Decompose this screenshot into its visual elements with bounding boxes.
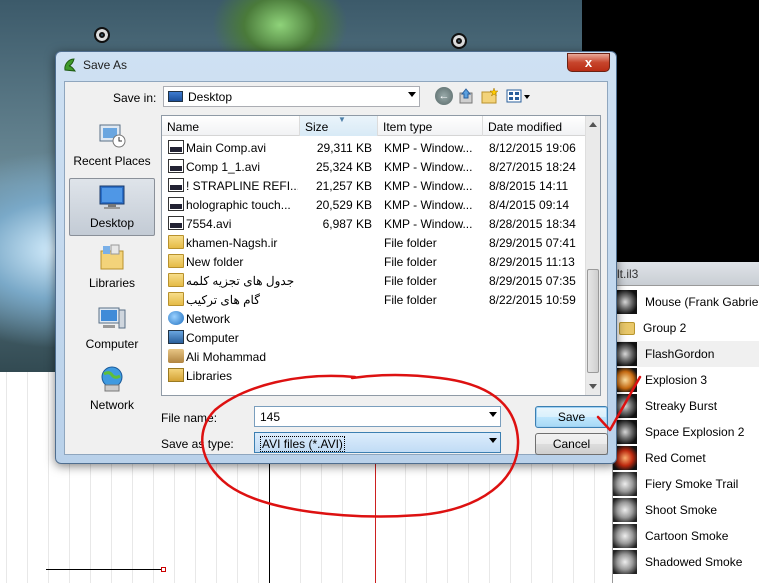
avi-file-icon [168, 140, 184, 154]
effect-item[interactable]: Cartoon Smoke [613, 523, 759, 549]
file-list-header: Name ▼ Size Item type Date modified [162, 116, 587, 136]
location-row[interactable]: Network [162, 309, 587, 328]
folder-icon [168, 292, 184, 306]
file-name-label: File name: [161, 411, 218, 425]
save-button[interactable]: Save [535, 406, 608, 428]
effect-item[interactable]: Shoot Smoke [613, 497, 759, 523]
dialog-body: Save in: Desktop ← Recent Places Desktop [64, 81, 608, 455]
column-header-name[interactable]: Name [162, 116, 300, 136]
effect-thumb-icon [613, 472, 637, 496]
save-as-type-dropdown[interactable]: AVI files (*.AVI) [254, 432, 501, 453]
column-header-size[interactable]: ▼ Size [300, 116, 378, 136]
save-in-label: Save in: [113, 91, 157, 105]
column-header-item-type[interactable]: Item type [378, 116, 483, 136]
chevron-down-icon [489, 438, 497, 443]
effect-thumb-icon [613, 524, 637, 548]
spiral-icon [94, 27, 110, 43]
location-row[interactable]: Computer [162, 328, 587, 347]
desktop-icon [99, 185, 125, 209]
network-icon [101, 366, 123, 392]
folder-icon [619, 321, 635, 335]
libraries-icon [168, 368, 184, 382]
new-folder-icon[interactable] [481, 87, 499, 105]
location-row[interactable]: Ali Mohammad [162, 347, 587, 366]
file-row[interactable]: Main Comp.avi 29,311 KB KMP - Window... 8/1… [162, 138, 587, 157]
computer-icon [168, 330, 184, 344]
file-name-field[interactable]: 145 [254, 406, 501, 427]
effect-thumb-icon [613, 550, 637, 574]
scroll-down-icon[interactable] [589, 384, 597, 389]
cancel-button[interactable]: Cancel [535, 433, 608, 455]
effect-item[interactable]: Space Explosion 2 [613, 419, 759, 445]
effect-item[interactable]: Shadowed Smoke [613, 549, 759, 575]
folder-icon [168, 235, 184, 249]
close-button[interactable]: x [567, 53, 610, 72]
recent-places-icon [99, 124, 126, 148]
effect-item[interactable]: Streaky Burst [613, 393, 759, 419]
chevron-down-icon[interactable] [489, 412, 497, 417]
folder-row[interactable]: New folder File folder 8/29/2015 11:13 [162, 252, 587, 271]
dialog-titlebar[interactable]: Save As x [56, 52, 616, 80]
user-folder-icon [168, 349, 184, 363]
place-computer[interactable]: Computer [69, 300, 155, 358]
file-row[interactable]: ! STRAPLINE REFI... 21,257 KB KMP - Window… [162, 176, 587, 195]
desktop-icon [168, 91, 183, 102]
file-list[interactable]: Name ▼ Size Item type Date modified Main … [161, 115, 601, 396]
chevron-down-icon [408, 92, 416, 97]
folder-icon [168, 254, 184, 268]
save-as-dialog: Save As x Save in: Desktop ← Recent Plac… [55, 51, 617, 464]
effect-thumb-icon [613, 498, 637, 522]
folder-row[interactable]: گام های ترکیب File folder 8/22/2015 10:59 [162, 290, 587, 309]
computer-icon [98, 307, 126, 329]
scroll-up-icon[interactable] [589, 122, 597, 127]
file-row[interactable]: Comp 1_1.avi 25,324 KB KMP - Window... 8/27… [162, 157, 587, 176]
app-logo-icon [64, 58, 77, 72]
network-icon [168, 311, 184, 325]
places-bar: Recent Places Desktop Libraries Computer… [65, 115, 161, 449]
save-as-type-label: Save as type: [161, 437, 234, 451]
dialog-title: Save As [83, 58, 128, 72]
scroll-thumb[interactable] [587, 269, 599, 373]
libraries-icon [100, 244, 124, 270]
sort-arrow-icon: ▼ [338, 115, 346, 124]
effects-panel-header: lt.il3 [613, 262, 759, 286]
folder-icon [168, 273, 184, 287]
effects-panel: lt.il3 Mouse (Frank Gabriel) Group 2 Fla… [612, 262, 759, 583]
place-network[interactable]: Network [69, 361, 155, 419]
column-header-date-modified[interactable]: Date modified [483, 116, 587, 136]
effect-item[interactable]: Fiery Smoke Trail [613, 471, 759, 497]
back-button[interactable]: ← [435, 87, 453, 105]
place-desktop[interactable]: Desktop [69, 178, 155, 236]
effect-item[interactable]: Mouse (Frank Gabriel) [613, 289, 759, 315]
location-row[interactable]: Libraries [162, 366, 587, 385]
place-recent-places[interactable]: Recent Places [69, 117, 155, 175]
file-row[interactable]: holographic touch... 20,529 KB KMP - Windo… [162, 195, 587, 214]
effect-item[interactable]: Explosion 3 [613, 367, 759, 393]
avi-file-icon [168, 178, 184, 192]
effect-group[interactable]: Group 2 [613, 315, 759, 341]
file-row[interactable]: 7554.avi 6,987 KB KMP - Window... 8/28/2015… [162, 214, 587, 233]
vertical-scrollbar[interactable] [585, 116, 600, 395]
place-libraries[interactable]: Libraries [69, 239, 155, 297]
view-menu-icon[interactable] [505, 87, 531, 105]
up-folder-icon[interactable] [458, 87, 476, 105]
folder-row[interactable]: khamen-Nagsh.ir File folder 8/29/2015 07:4… [162, 233, 587, 252]
folder-row[interactable]: جدول های تجزیه کلمه File folder 8/29/2015 … [162, 271, 587, 290]
avi-file-icon [168, 216, 184, 230]
timeline-track [46, 569, 164, 570]
keyframe-handle[interactable] [161, 567, 166, 572]
spiral-icon [451, 33, 467, 49]
avi-file-icon [168, 159, 184, 173]
save-in-dropdown[interactable]: Desktop [163, 86, 420, 107]
avi-file-icon [168, 197, 184, 211]
effect-item[interactable]: FlashGordon [613, 341, 759, 367]
effect-item[interactable]: Red Comet [613, 445, 759, 471]
